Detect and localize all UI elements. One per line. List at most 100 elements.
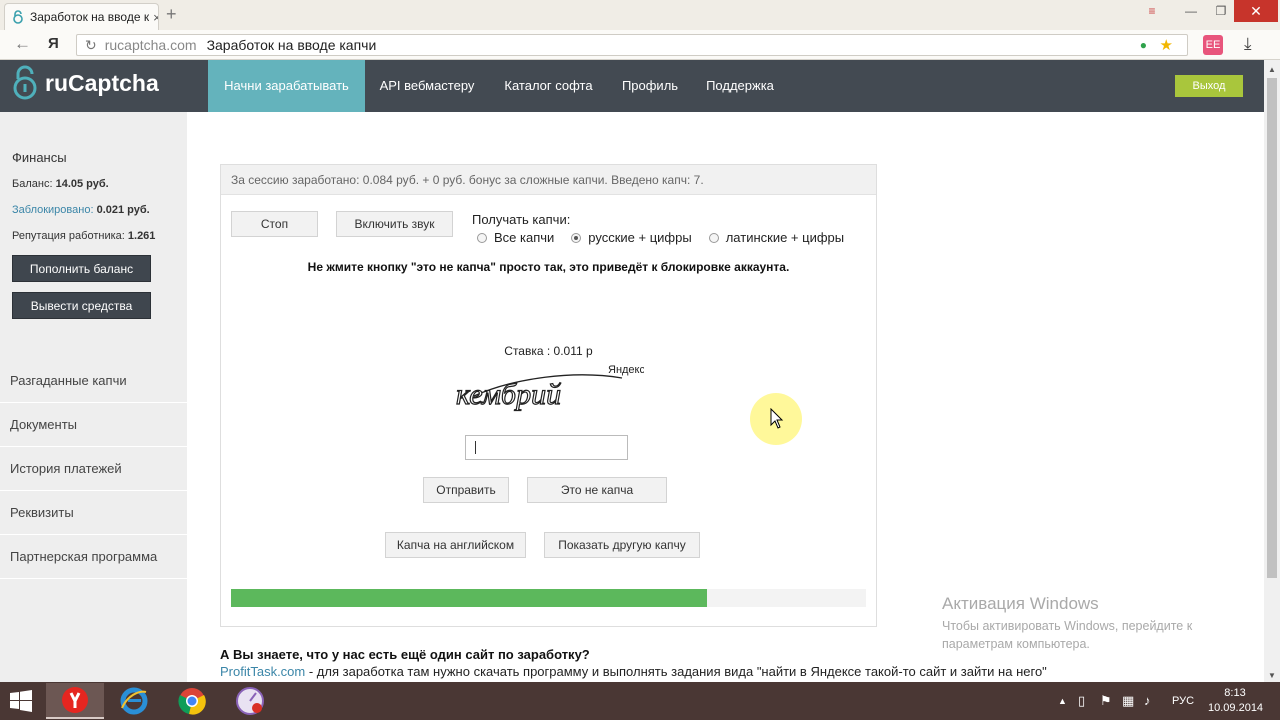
- enable-sound-button[interactable]: Включить звук: [336, 211, 453, 237]
- address-field[interactable]: ↻ rucaptcha.com Заработок на вводе капчи…: [76, 34, 1188, 56]
- reputation-value: 1.261: [127, 230, 156, 242]
- timer-progress-bar: [231, 589, 866, 607]
- captcha-word: кембрий: [456, 378, 561, 411]
- receive-captchas-label: Получать капчи:: [472, 212, 571, 227]
- tray-language[interactable]: РУС: [1172, 682, 1194, 720]
- option-russian-digits[interactable]: русские + цифры: [571, 230, 692, 245]
- radio-russian-digits[interactable]: [571, 232, 582, 243]
- captcha-answer-input[interactable]: [465, 435, 628, 460]
- balance-stat: Баланс: 14.05 руб.: [12, 178, 109, 190]
- tray-network-icon[interactable]: ▦: [1122, 682, 1134, 720]
- download-icon[interactable]: ⤓: [1244, 34, 1252, 54]
- browser-tab[interactable]: Заработок на вводе к ×: [4, 3, 159, 30]
- clock-time: 8:13: [1224, 687, 1246, 699]
- url-page-title: Заработок на вводе капчи: [206, 37, 377, 53]
- taskbar-clock[interactable]: 8:13 10.09.2014: [1208, 686, 1264, 716]
- taskbar-recorder[interactable]: [221, 683, 279, 719]
- extension-icon[interactable]: ЕЕ: [1203, 35, 1223, 55]
- option-label: Все капчи: [494, 230, 555, 245]
- sidebar-item-requisites[interactable]: Реквизиты: [0, 491, 187, 535]
- nav-start-earning[interactable]: Начни зарабатывать: [208, 60, 365, 112]
- captcha-rate: Ставка : 0.011 р: [504, 344, 593, 358]
- tray-device-icon[interactable]: ▯: [1078, 682, 1085, 720]
- radio-latin-digits[interactable]: [708, 232, 719, 243]
- sidebar-item-solved-captchas[interactable]: Разгаданные капчи: [0, 359, 187, 403]
- topup-balance-button[interactable]: Пополнить баланс: [12, 255, 151, 282]
- promo-text: - для заработка там нужно скачать програ…: [305, 664, 1047, 679]
- option-all-captchas[interactable]: Все капчи: [477, 230, 554, 245]
- option-label: латинские + цифры: [725, 230, 845, 245]
- english-captcha-button[interactable]: Капча на английском: [385, 532, 526, 558]
- nav-software-catalog[interactable]: Каталог софта: [489, 60, 608, 112]
- scroll-up-icon[interactable]: ▲: [1268, 65, 1276, 74]
- tray-expand-icon[interactable]: ▲: [1058, 682, 1067, 720]
- site-logo[interactable]: ruCaptcha: [12, 65, 159, 101]
- submit-button[interactable]: Отправить: [423, 477, 509, 503]
- tab-title: Заработок на вводе к: [30, 10, 150, 24]
- stop-button[interactable]: Стоп: [231, 211, 318, 237]
- blocked-value: 0.021 руб.: [96, 204, 150, 216]
- close-window-button[interactable]: ✕: [1234, 0, 1278, 22]
- finance-title: Финансы: [12, 150, 67, 165]
- screen-recorder-icon: [236, 687, 264, 715]
- clock-date: 10.09.2014: [1208, 702, 1264, 714]
- sidebar: Финансы Баланс: 14.05 руб. Заблокировано…: [0, 112, 187, 682]
- promo-line: ProfitTask.com - для заработка там нужно…: [220, 664, 1047, 679]
- taskbar-ie[interactable]: [105, 683, 163, 719]
- option-latin-digits[interactable]: латинские + цифры: [708, 230, 845, 245]
- nav-profile[interactable]: Профиль: [608, 60, 692, 112]
- address-toolbar: ← Я ↻ rucaptcha.com Заработок на вводе к…: [0, 30, 1280, 60]
- not-captcha-button[interactable]: Это не капча: [527, 477, 667, 503]
- browser-menu-icon[interactable]: ≡: [1140, 0, 1164, 22]
- option-label: русские + цифры: [588, 230, 692, 245]
- blocked-stat: Заблокировано: 0.021 руб.: [12, 204, 150, 216]
- windows-activation-watermark: Активация Windows Чтобы активировать Win…: [942, 594, 1242, 653]
- reputation-label: Репутация работника:: [12, 230, 125, 242]
- tray-volume-icon[interactable]: ♪: [1144, 682, 1151, 720]
- sidebar-item-payment-history[interactable]: История платежей: [0, 447, 187, 491]
- chrome-icon: [178, 688, 206, 715]
- new-tab-button[interactable]: +: [166, 4, 177, 25]
- captcha-type-options: Все капчи русские + цифры латинские + ци…: [477, 230, 861, 245]
- scroll-down-icon[interactable]: ▼: [1268, 671, 1276, 680]
- brand-name: ruCaptcha: [45, 69, 159, 96]
- progress-fill: [231, 589, 708, 607]
- browser-tab-strip: Заработок на вводе к × + ≡ — ❐ ✕: [0, 0, 1280, 30]
- text-caret: [475, 441, 476, 454]
- tab-close-icon[interactable]: ×: [149, 9, 158, 25]
- profittask-link[interactable]: ProfitTask.com: [220, 664, 305, 679]
- scroll-thumb[interactable]: [1267, 78, 1277, 578]
- sidebar-item-partner-program[interactable]: Партнерская программа: [0, 535, 187, 579]
- blocked-label[interactable]: Заблокировано:: [12, 204, 94, 216]
- radio-all-captchas[interactable]: [477, 232, 487, 243]
- url-domain: rucaptcha.com: [104, 37, 197, 53]
- show-another-captcha-button[interactable]: Показать другую капчу: [544, 532, 700, 558]
- tray-flag-icon[interactable]: ⚑: [1100, 682, 1112, 720]
- reload-icon[interactable]: ↻: [85, 37, 97, 54]
- nav-api-webmaster[interactable]: API вебмастеру: [365, 60, 489, 112]
- logout-button[interactable]: Выход: [1175, 75, 1243, 97]
- reputation-stat: Репутация работника: 1.261: [12, 230, 155, 242]
- rucaptcha-favicon-icon: [13, 10, 23, 24]
- bookmark-star-icon[interactable]: ★: [1160, 36, 1173, 54]
- promo-question: А Вы знаете, что у нас есть ещё один сай…: [220, 647, 590, 662]
- page-scrollbar[interactable]: ▲ ▼: [1264, 60, 1280, 684]
- activation-text: Чтобы активировать Windows, перейдите к …: [942, 619, 1193, 651]
- maximize-button[interactable]: ❐: [1208, 0, 1234, 22]
- taskbar-chrome[interactable]: [163, 683, 221, 719]
- site-header: ruCaptcha Начни зарабатывать API вебмаст…: [0, 60, 1264, 112]
- yandex-button[interactable]: Я: [48, 35, 59, 52]
- back-arrow-icon[interactable]: ←: [14, 34, 31, 54]
- balance-value: 14.05 руб.: [55, 178, 109, 190]
- captcha-image: кембрий Яндекс: [455, 364, 644, 412]
- activation-title: Активация Windows: [942, 594, 1099, 613]
- windows-start-icon[interactable]: [10, 690, 32, 712]
- balance-label: Баланс:: [12, 178, 53, 190]
- lock-logo-icon: [13, 65, 37, 100]
- sidebar-item-documents[interactable]: Документы: [0, 403, 187, 447]
- taskbar-yandex-browser[interactable]: [46, 683, 104, 719]
- secure-lock-icon: ●: [1139, 38, 1147, 52]
- minimize-button[interactable]: —: [1176, 0, 1206, 22]
- nav-support[interactable]: Поддержка: [692, 60, 788, 112]
- withdraw-funds-button[interactable]: Вывести средства: [12, 292, 151, 319]
